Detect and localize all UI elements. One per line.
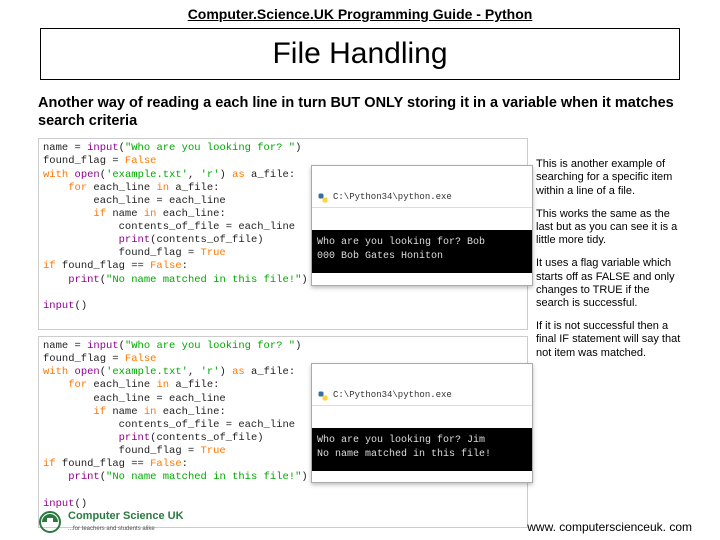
note-paragraph: If it is not successful then a final IF … xyxy=(536,320,682,360)
console-output: Who are you looking for? Bob 000 Bob Gat… xyxy=(312,230,532,273)
page-title: File Handling xyxy=(40,28,680,80)
code-block-2: name = input("Who are you looking for? "… xyxy=(38,336,528,528)
logo-text: Computer Science UK ...for teachers and … xyxy=(68,511,184,533)
header-title: Computer.Science.UK Programming Guide - … xyxy=(188,6,533,22)
note-paragraph: This works the same as the last but as y… xyxy=(536,208,682,248)
console-path: C:\Python34\python.exe xyxy=(333,390,452,401)
page-header: Computer.Science.UK Programming Guide - … xyxy=(0,0,720,26)
console-window-2: C:\Python34\python.exe Who are you looki… xyxy=(311,363,533,483)
logo-icon xyxy=(38,510,62,534)
content-area: name = input("Who are you looking for? "… xyxy=(0,138,720,528)
subtitle: Another way of reading a each line in tu… xyxy=(0,90,720,138)
console-titlebar: C:\Python34\python.exe xyxy=(312,189,532,208)
explanation-column: This is another example of searching for… xyxy=(536,138,682,528)
left-column: name = input("Who are you looking for? "… xyxy=(38,138,528,528)
footer-url: www. computerscienceuk. com xyxy=(527,520,692,534)
note-paragraph: It uses a flag variable which starts off… xyxy=(536,257,682,310)
console-path: C:\Python34\python.exe xyxy=(333,192,452,203)
console-output: Who are you looking for? Jim No name mat… xyxy=(312,428,532,471)
footer: Computer Science UK ...for teachers and … xyxy=(0,510,720,534)
logo: Computer Science UK ...for teachers and … xyxy=(38,510,184,534)
python-icon xyxy=(317,192,329,204)
console-window-1: C:\Python34\python.exe Who are you looki… xyxy=(311,165,533,285)
note-paragraph: This is another example of searching for… xyxy=(536,158,682,198)
python-icon xyxy=(317,390,329,402)
console-titlebar: C:\Python34\python.exe xyxy=(312,387,532,406)
code-block-1: name = input("Who are you looking for? "… xyxy=(38,138,528,330)
